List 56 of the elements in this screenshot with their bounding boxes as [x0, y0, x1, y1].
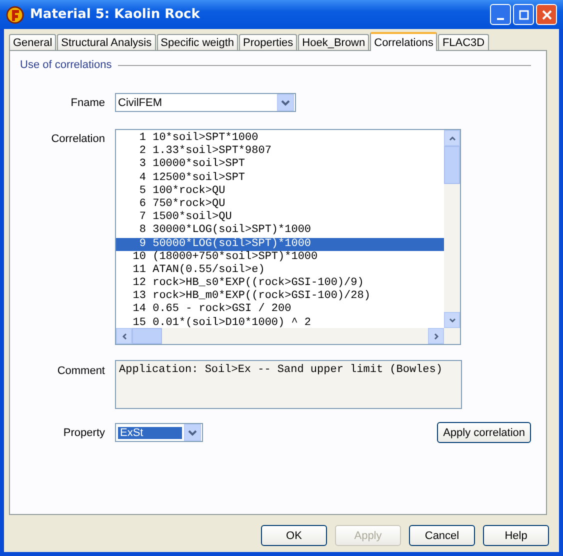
- minimize-button[interactable]: [490, 4, 511, 25]
- list-item[interactable]: 1 10*soil>SPT*1000: [116, 132, 444, 146]
- field-label: Comment: [56, 364, 106, 377]
- dialog-button[interactable]: OK: [261, 525, 327, 546]
- list-item[interactable]: 10 (18000+750*soil>SPT)*1000: [116, 250, 444, 264]
- maximize-icon: [518, 10, 528, 20]
- apply-correlation-button[interactable]: Apply correlation: [437, 422, 531, 443]
- close-icon: [542, 10, 552, 20]
- fname-dropdown[interactable]: CivilFEM: [115, 93, 296, 112]
- tab[interactable]: General: [9, 34, 56, 50]
- comment-field[interactable]: Application: Soil>Ex -- Sand upper limit (Bowles): [115, 360, 462, 409]
- scrollbar-thumb[interactable]: [132, 328, 162, 344]
- chevron-up-icon: [448, 136, 456, 140]
- list-item[interactable]: 4 12500*soil>SPT: [116, 172, 444, 185]
- scroll-down-button[interactable]: [444, 312, 460, 328]
- window-title: Material 5: Kaolin Rock: [30, 7, 201, 22]
- scroll-left-button[interactable]: [116, 328, 132, 344]
- list-item[interactable]: 8 30000*LOG(soil>SPT)*1000: [116, 224, 444, 238]
- field-label: Property: [62, 426, 106, 438]
- dialog-button[interactable]: Cancel: [409, 525, 475, 546]
- chevron-down-icon: [188, 430, 197, 436]
- chevron-down-icon: [448, 318, 456, 322]
- dialog-button[interactable]: Help: [483, 525, 549, 546]
- property-dropdown[interactable]: ExSt: [115, 423, 203, 442]
- chevron-left-icon: [122, 332, 126, 340]
- list-item[interactable]: 14 0.65 - rock>GSI / 200: [116, 303, 444, 317]
- tab[interactable]: Hoek_Brown: [298, 34, 370, 50]
- tab[interactable]: Structural Analysis: [57, 34, 156, 50]
- scroll-up-button[interactable]: [444, 130, 460, 146]
- maximize-button[interactable]: [513, 4, 534, 25]
- app-logo-icon: [6, 6, 24, 24]
- list-item[interactable]: 11 ATAN(0.55/soil>e): [116, 264, 444, 278]
- list-item[interactable]: 9 50000*LOG(soil>SPT)*1000: [116, 238, 444, 251]
- tab[interactable]: FLAC3D: [438, 34, 489, 50]
- list-item[interactable]: 6 750*rock>QU: [116, 198, 444, 212]
- list-item[interactable]: 5 100*rock>QU: [116, 184, 444, 198]
- list-item[interactable]: 2 1.33*soil>SPT*9807: [116, 145, 444, 158]
- list-item[interactable]: 12 rock>HB_s0*EXP((rock>GSI-100)/9): [116, 277, 444, 290]
- tab[interactable]: Correlations: [370, 32, 438, 51]
- field-label: Correlation: [50, 132, 106, 145]
- chevron-down-icon: [281, 100, 290, 106]
- list-item[interactable]: 3 10000*soil>SPT: [116, 158, 444, 172]
- tab[interactable]: Specific weigth: [156, 34, 238, 50]
- chevron-right-icon: [434, 332, 438, 340]
- field-label: Fname: [70, 96, 106, 108]
- group-legend: Use of correlations: [20, 59, 112, 71]
- tab[interactable]: Properties: [239, 34, 298, 50]
- scrollbar-thumb[interactable]: [444, 146, 460, 184]
- list-item[interactable]: 7 1500*soil>QU: [116, 211, 444, 224]
- vertical-scrollbar[interactable]: [444, 130, 460, 328]
- list-item[interactable]: 13 rock>HB_m0*EXP((rock>GSI-100)/28): [116, 290, 444, 304]
- minimize-icon: [497, 18, 504, 20]
- list-item[interactable]: 15 0.01*(soil>D10*1000) ^ 2: [116, 316, 444, 328]
- horizontal-scrollbar[interactable]: [116, 328, 460, 344]
- scroll-right-button[interactable]: [428, 328, 444, 344]
- close-button[interactable]: [536, 4, 557, 25]
